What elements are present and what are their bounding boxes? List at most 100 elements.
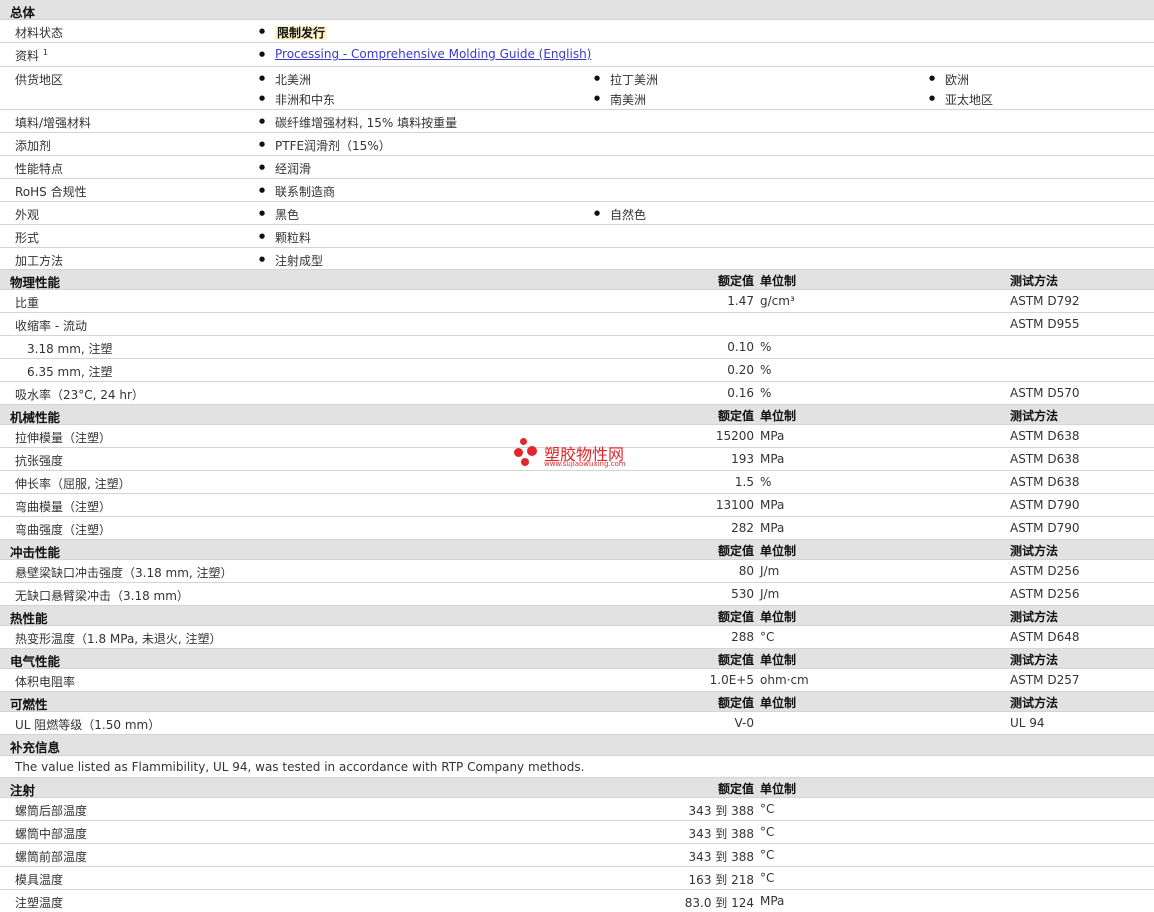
prop-label: 吸水率（23°C, 24 hr）	[15, 388, 144, 402]
region-item: 拉丁美洲	[594, 71, 658, 88]
prop-unit: °C	[760, 825, 775, 839]
prop-value: 13100	[715, 498, 754, 512]
col-unit: 单位制	[760, 274, 797, 288]
row-value: 联系制造商	[259, 183, 335, 200]
prop-unit: J/m	[760, 587, 780, 601]
prop-row: 螺筒中部温度 343 到 388 °C	[0, 821, 1154, 844]
row-label: 外观	[15, 208, 40, 222]
row-label: 添加剂	[15, 139, 52, 153]
section-title: 冲击性能	[10, 545, 61, 560]
prop-value: 0.20	[727, 363, 754, 377]
section-injection-header: 注射 额定值 单位制	[0, 778, 1154, 798]
prop-method: UL 94	[1010, 716, 1045, 730]
prop-method: ASTM D790	[1010, 498, 1080, 512]
row-value: 碳纤维增强材料, 15% 填料按重量	[259, 114, 457, 131]
prop-unit: J/m	[760, 564, 780, 578]
prop-value: V-0	[734, 716, 754, 730]
prop-row: 无缺口悬臂梁冲击（3.18 mm） 530 J/m ASTM D256	[0, 583, 1154, 606]
col-method: 测试方法	[1010, 653, 1059, 667]
prop-value: 163 到 218	[688, 873, 754, 887]
prop-value: 1.0E+5	[709, 673, 754, 687]
row-availability: 供货地区 北美洲 拉丁美洲 欧洲 非洲和中东 南美洲 亚太地区	[0, 67, 1154, 110]
prop-value: 1.47	[727, 294, 754, 308]
region-item: 非洲和中东	[259, 91, 335, 108]
section-title: 补充信息	[10, 740, 61, 755]
section-title: 注射	[10, 783, 36, 798]
row-features: 性能特点 经润滑	[0, 156, 1154, 179]
prop-label: 热变形温度（1.8 MPa, 未退火, 注塑）	[15, 632, 222, 646]
prop-label: 模具温度	[15, 873, 64, 887]
prop-label: 弯曲模量（注塑）	[15, 500, 112, 514]
prop-label: 比重	[15, 296, 40, 310]
prop-label: 螺筒前部温度	[15, 850, 88, 864]
prop-row: 悬壁梁缺口冲击强度（3.18 mm, 注塑） 80 J/m ASTM D256	[0, 560, 1154, 583]
row-value: PTFE润滑剂（15%）	[259, 137, 391, 154]
prop-value: 288	[731, 630, 754, 644]
prop-unit: %	[760, 475, 772, 489]
prop-label: 注塑温度	[15, 896, 64, 910]
prop-label: 弯曲强度（注塑）	[15, 523, 112, 537]
prop-row: UL 阻燃等级（1.50 mm） V-0 UL 94	[0, 712, 1154, 735]
col-nominal: 额定值	[717, 274, 754, 288]
prop-value: 530	[731, 587, 754, 601]
col-nominal: 额定值	[717, 653, 754, 667]
prop-value: 343 到 388	[688, 827, 754, 841]
section-title: 电气性能	[10, 654, 61, 669]
prop-unit: MPa	[760, 894, 785, 908]
col-method: 测试方法	[1010, 696, 1059, 710]
prop-method: ASTM D638	[1010, 429, 1080, 443]
row-value: 注射成型	[259, 252, 323, 269]
row-processing: 加工方法 注射成型	[0, 248, 1154, 270]
col-nominal: 额定值	[717, 544, 754, 558]
prop-unit: MPa	[760, 498, 785, 512]
section-supplemental-header: 补充信息	[0, 735, 1154, 756]
prop-method: ASTM D638	[1010, 452, 1080, 466]
section-title: 热性能	[10, 611, 48, 626]
prop-row: 弯曲模量（注塑） 13100 MPa ASTM D790	[0, 494, 1154, 517]
row-label: 性能特点	[15, 162, 64, 176]
prop-unit: MPa	[760, 429, 785, 443]
prop-unit: %	[760, 363, 772, 377]
prop-label: 无缺口悬臂梁冲击（3.18 mm）	[15, 589, 189, 603]
prop-value: 80	[738, 564, 754, 578]
prop-row: 螺筒前部温度 343 到 388 °C	[0, 844, 1154, 867]
prop-row: 模具温度 163 到 218 °C	[0, 867, 1154, 890]
row-filler: 填料/增强材料 碳纤维增强材料, 15% 填料按重量	[0, 110, 1154, 133]
col-unit: 单位制	[760, 782, 797, 796]
col-unit: 单位制	[760, 409, 797, 423]
row-label: RoHS 合规性	[15, 185, 87, 199]
row-value: 限制发行	[259, 24, 328, 41]
row-label: 资料 1	[15, 48, 48, 63]
prop-value: 0.10	[727, 340, 754, 354]
logo-dot	[514, 448, 523, 457]
prop-row: 热变形温度（1.8 MPa, 未退火, 注塑） 288 °C ASTM D648	[0, 626, 1154, 649]
logo-dot	[527, 446, 537, 456]
region-item: 欧洲	[929, 71, 969, 88]
supplemental-note: The value listed as Flammibility, UL 94,…	[15, 760, 585, 774]
prop-unit: g/cm³	[760, 294, 795, 308]
row-form: 形式 颗粒料	[0, 225, 1154, 248]
prop-unit: MPa	[760, 452, 785, 466]
col-method: 测试方法	[1010, 544, 1059, 558]
prop-unit: %	[760, 386, 772, 400]
prop-unit: °C	[760, 630, 775, 644]
prop-row: 3.18 mm, 注塑 0.10 %	[0, 336, 1154, 359]
resource-link[interactable]: Processing - Comprehensive Molding Guide…	[259, 47, 591, 61]
prop-unit: °C	[760, 848, 775, 862]
col-unit: 单位制	[760, 696, 797, 710]
prop-label: 伸长率（屈服, 注塑）	[15, 477, 131, 491]
prop-label: 拉伸模量（注塑）	[15, 431, 112, 445]
section-title: 可燃性	[10, 697, 48, 712]
prop-label: 6.35 mm, 注塑	[27, 365, 113, 379]
supplemental-note-row: The value listed as Flammibility, UL 94,…	[0, 756, 1154, 778]
row-value: 自然色	[594, 206, 646, 223]
prop-method: ASTM D790	[1010, 521, 1080, 535]
prop-value: 343 到 388	[688, 804, 754, 818]
prop-unit: %	[760, 340, 772, 354]
prop-label: 收缩率 - 流动	[15, 319, 87, 333]
prop-row: 弯曲强度（注塑） 282 MPa ASTM D790	[0, 517, 1154, 540]
prop-value: 282	[731, 521, 754, 535]
row-value: 黑色	[259, 206, 299, 223]
prop-value: 83.0 到 124	[684, 896, 754, 910]
col-nominal: 额定值	[717, 610, 754, 624]
